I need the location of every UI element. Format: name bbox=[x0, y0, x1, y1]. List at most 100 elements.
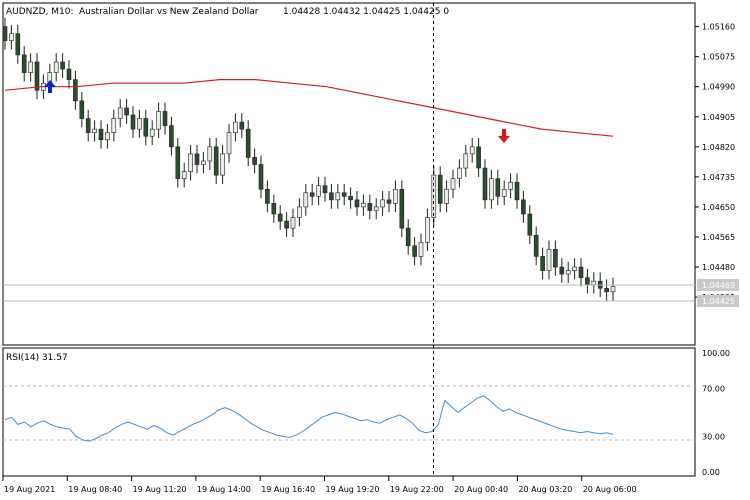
time-axis-label: 20 Aug 00:40 bbox=[454, 485, 508, 494]
candle-body bbox=[591, 280, 597, 286]
candle-body bbox=[482, 167, 488, 201]
candle-body bbox=[489, 178, 494, 201]
rsi-axis-label: 70.00 bbox=[702, 385, 725, 394]
candle-body bbox=[169, 125, 174, 148]
candle-body bbox=[28, 61, 33, 73]
candle-body bbox=[533, 234, 539, 257]
candle-body bbox=[559, 266, 565, 275]
candle-body bbox=[553, 249, 558, 268]
rsi-panel-frame bbox=[2, 347, 696, 477]
candle-body bbox=[156, 111, 161, 130]
candle-body bbox=[457, 167, 462, 179]
candle-body bbox=[329, 192, 334, 201]
candle-body bbox=[373, 206, 379, 211]
candle-body bbox=[610, 286, 616, 293]
candle-body bbox=[85, 118, 91, 133]
candle-body bbox=[361, 203, 366, 208]
candle-body bbox=[322, 185, 328, 194]
candle-body bbox=[239, 121, 245, 130]
ask-price-tag-text: 1.04469 bbox=[702, 281, 735, 290]
candle-body bbox=[354, 199, 360, 208]
candle-body bbox=[2, 26, 8, 42]
time-axis-label: 19 Aug 19:20 bbox=[326, 485, 380, 494]
price-axis-label: 1.04905 bbox=[702, 113, 735, 122]
time-axis-label: 19 Aug 22:00 bbox=[390, 485, 444, 494]
candle-body bbox=[578, 266, 584, 278]
candle-body bbox=[21, 54, 27, 73]
candle-body bbox=[53, 61, 59, 73]
candle-body bbox=[181, 171, 187, 179]
price-axis-label: 1.05075 bbox=[702, 53, 735, 62]
chart-quote-label: 1.04428 1.04432 1.04425 1.04425 0 bbox=[283, 7, 449, 17]
candle-body bbox=[444, 188, 449, 204]
candle-body bbox=[130, 114, 136, 130]
candle-body bbox=[60, 61, 65, 70]
candle-body bbox=[117, 107, 123, 119]
candle-body bbox=[265, 188, 270, 204]
candle-body bbox=[565, 270, 571, 275]
price-axis-label: 1.04990 bbox=[702, 83, 735, 92]
time-axis-label: 19 Aug 16:40 bbox=[261, 485, 315, 494]
time-axis-label: 20 Aug 06:00 bbox=[583, 485, 637, 494]
rsi-panel[interactable]: RSI(14) 31.57 bbox=[2, 347, 696, 477]
price-axis-label: 1.04480 bbox=[702, 263, 735, 272]
candle-body bbox=[233, 121, 238, 133]
candle-body bbox=[188, 153, 193, 172]
candle-body bbox=[92, 128, 97, 133]
candle-body bbox=[514, 181, 520, 201]
candle-body bbox=[540, 256, 545, 271]
candle-body bbox=[226, 132, 232, 155]
candle-body bbox=[284, 220, 289, 229]
candle-body bbox=[290, 217, 296, 229]
candle-body bbox=[162, 111, 168, 126]
candle-body bbox=[418, 241, 424, 257]
candle-body bbox=[252, 157, 257, 165]
bid-price-tag-text: 1.04425 bbox=[702, 297, 735, 306]
candle-body bbox=[124, 107, 129, 116]
trading-chart-window[interactable]: AUDNZD, M10: Australian Dollar vs New Ze… bbox=[0, 0, 750, 500]
time-axis-label: 19 Aug 14:00 bbox=[197, 485, 251, 494]
candle-body bbox=[9, 33, 14, 42]
candle-body bbox=[15, 33, 21, 56]
candle-body bbox=[143, 118, 149, 137]
candle-body bbox=[386, 199, 392, 204]
candle-body bbox=[495, 178, 501, 197]
time-axis-label: 20 Aug 03:20 bbox=[518, 485, 572, 494]
rsi-axis-label: 0.00 bbox=[702, 468, 720, 477]
candle-body bbox=[245, 128, 251, 158]
candle-body bbox=[508, 181, 513, 190]
time-axis-label: 19 Aug 2021 bbox=[4, 485, 55, 494]
price-panel[interactable]: AUDNZD, M10: Australian Dollar vs New Ze… bbox=[2, 2, 696, 346]
candle-body bbox=[175, 146, 181, 179]
candle-body bbox=[66, 68, 72, 80]
candle-body bbox=[604, 287, 609, 293]
candle-body bbox=[450, 178, 456, 190]
rsi-label: RSI(14) 31.57 bbox=[6, 353, 68, 363]
candle-body bbox=[277, 213, 283, 222]
candle-body bbox=[79, 100, 85, 119]
price-axis-label: 1.04650 bbox=[702, 203, 735, 212]
time-axis-label: 19 Aug 11:20 bbox=[133, 485, 187, 494]
candle-body bbox=[309, 192, 315, 197]
candle-body bbox=[476, 146, 481, 169]
candle-body bbox=[585, 277, 590, 286]
candle-body bbox=[425, 217, 430, 243]
candle-body bbox=[412, 245, 417, 257]
candle-body bbox=[469, 146, 475, 155]
price-panel-frame bbox=[2, 2, 696, 346]
rsi-axis-label: 100.00 bbox=[702, 349, 730, 358]
candle-body bbox=[149, 128, 155, 137]
price-axis-label: 1.04735 bbox=[702, 173, 735, 182]
candle-body bbox=[213, 146, 219, 176]
candle-body bbox=[348, 196, 353, 201]
candle-body bbox=[437, 174, 443, 204]
candle-body bbox=[341, 192, 347, 197]
candle-body bbox=[316, 185, 321, 197]
chart-description-label: Australian Dollar vs New Zealand Dollar bbox=[79, 7, 259, 17]
candle-body bbox=[297, 206, 302, 218]
candle-body bbox=[271, 203, 277, 215]
time-axis-label: 19 Aug 08:40 bbox=[68, 485, 122, 494]
candle-body bbox=[367, 203, 373, 211]
candle-body bbox=[521, 199, 526, 215]
candle-body bbox=[194, 153, 200, 165]
